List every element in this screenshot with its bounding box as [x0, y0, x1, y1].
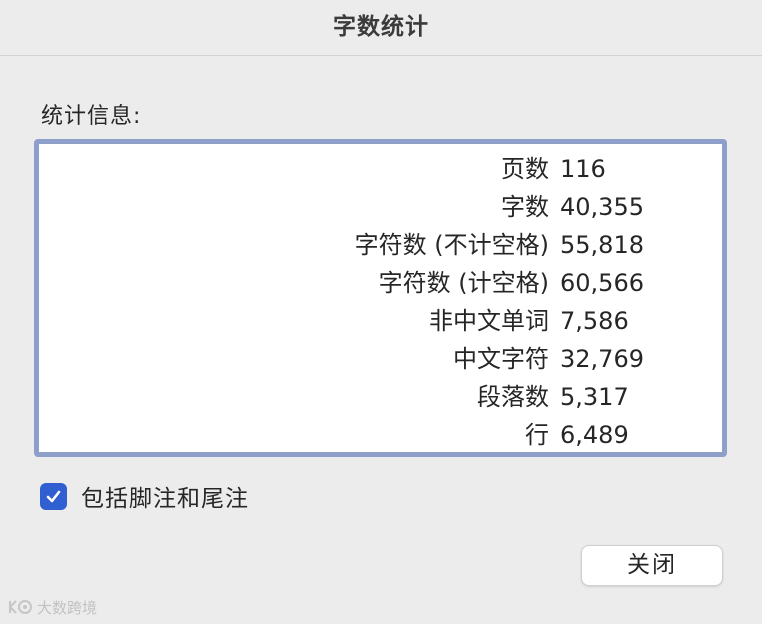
stat-value: 55,818 [560, 231, 644, 259]
stat-label: 字符数 (计空格) [378, 269, 549, 297]
dialog-title: 字数统计 [0, 0, 762, 56]
stat-row-chars-with-spaces: 字符数 (计空格) 60,566 [39, 264, 722, 302]
statistics-panel: 页数 116 字数 40,355 字符数 (不计空格) 55,818 字符数 (… [34, 139, 727, 457]
stat-value: 7,586 [560, 307, 629, 335]
stat-row-paragraphs: 段落数 5,317 [39, 378, 722, 416]
checkmark-icon [46, 490, 61, 502]
include-footnotes-label[interactable]: 包括脚注和尾注 [81, 479, 249, 513]
watermark-logo-icon [9, 600, 32, 614]
stat-label: 页数 [501, 155, 549, 183]
include-footnotes-checkbox[interactable] [40, 482, 67, 510]
include-footnotes-option[interactable]: 包括脚注和尾注 [40, 479, 249, 513]
statistics-label: 统计信息: [41, 104, 142, 129]
stat-label: 非中文单词 [429, 307, 549, 335]
close-button[interactable]: 关闭 [581, 545, 723, 586]
stat-value: 6,489 [560, 421, 629, 449]
word-count-dialog: 字数统计 统计信息: 页数 116 字数 40,355 字符数 (不计空格) 5… [0, 0, 762, 624]
watermark-text: 大数跨境 [37, 598, 98, 617]
stat-row-lines: 行 6,489 [39, 416, 722, 454]
stat-row-chinese-chars: 中文字符 32,769 [39, 340, 722, 378]
stat-label: 段落数 [477, 383, 549, 411]
stat-row-chars-no-spaces: 字符数 (不计空格) 55,818 [39, 226, 722, 264]
stat-value: 40,355 [560, 193, 644, 221]
stat-value: 60,566 [560, 269, 644, 297]
stat-label: 中文字符 [453, 345, 549, 373]
stat-value: 5,317 [560, 383, 629, 411]
stat-label: 字符数 (不计空格) [354, 231, 549, 259]
stat-label: 行 [525, 421, 549, 449]
stat-value: 116 [560, 155, 606, 183]
stat-row-words: 字数 40,355 [39, 188, 722, 226]
stat-value: 32,769 [560, 345, 644, 373]
stat-row-pages: 页数 116 [39, 150, 722, 188]
stat-row-non-chinese-words: 非中文单词 7,586 [39, 302, 722, 340]
stat-label: 字数 [501, 193, 549, 221]
watermark: 大数跨境 [6, 596, 97, 618]
